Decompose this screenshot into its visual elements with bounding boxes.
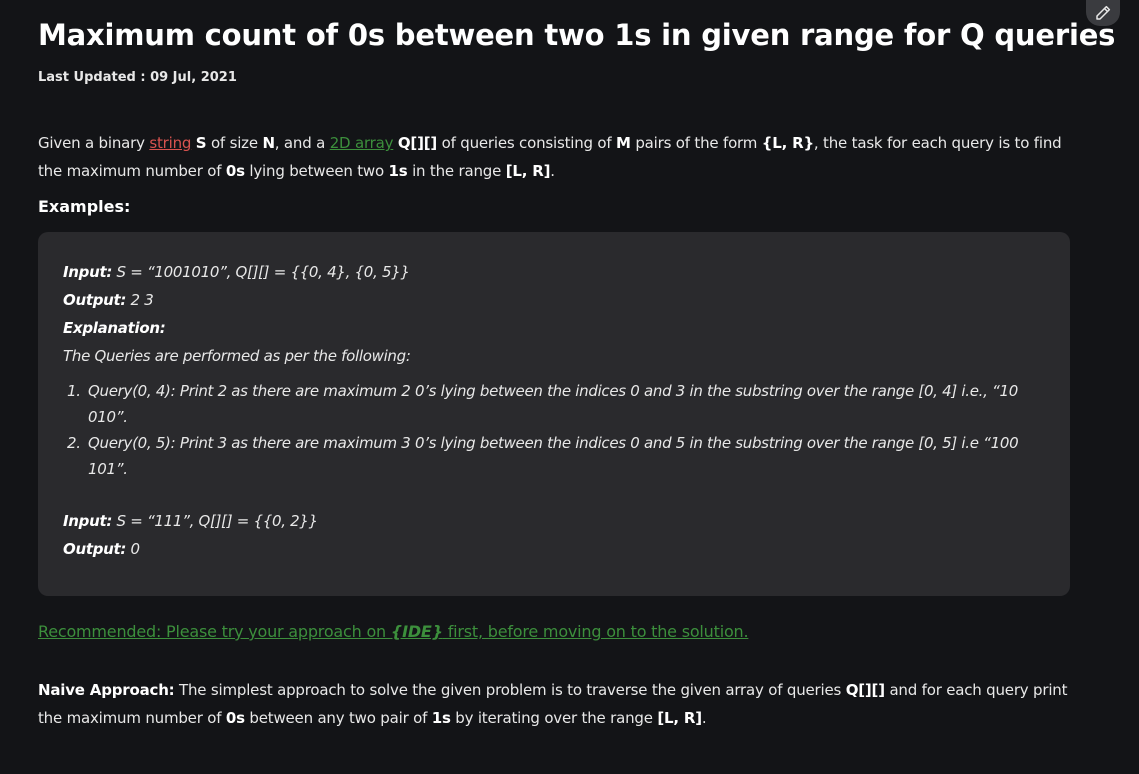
- recommended-prefix: Recommended: Please try your approach on: [38, 622, 391, 641]
- list-item-number: 1.: [67, 382, 81, 400]
- var-lr: {L, R}: [761, 134, 814, 152]
- list-item: 1. Query(0, 4): Print 2 as there are maxi…: [63, 378, 1053, 430]
- list-item-number: 2.: [67, 434, 81, 452]
- intro-text: of size: [206, 134, 263, 152]
- output-label: Output:: [63, 291, 127, 309]
- var-ones: 1s: [431, 709, 451, 727]
- naive-label: Naive Approach:: [38, 681, 175, 699]
- ide-link-text: {IDE}: [390, 622, 443, 641]
- var-range: [L, R]: [505, 162, 551, 180]
- example2-input: Input: S = “111”, Q[][] = {{0, 2}}: [63, 507, 318, 535]
- var-q: Q[][]: [397, 134, 438, 152]
- var-n: N: [262, 134, 275, 152]
- explanation-label: Explanation:: [63, 319, 166, 337]
- intro-text: .: [550, 162, 555, 180]
- last-updated-date: 09 Jul, 2021: [150, 70, 237, 85]
- last-updated-label: Last Updated :: [38, 70, 151, 85]
- intro-text: , and a: [274, 134, 330, 152]
- article-content: Maximum count of 0s between two 1s in gi…: [38, 0, 1116, 727]
- last-updated: Last Updated : 09 Jul, 2021: [38, 70, 1078, 85]
- intro-text: Given a binary: [38, 134, 150, 152]
- naive-text: by iterating over the range: [450, 709, 658, 727]
- naive-approach: Naive Approach: The simplest approach to…: [38, 676, 1078, 732]
- var-range: [L, R]: [657, 709, 702, 727]
- naive-text: The simplest approach to solve the given…: [174, 681, 846, 699]
- input-value: S = “1001010”, Q[][] = {{0, 4}, {0, 5}}: [112, 263, 410, 281]
- example2-output: Output: 0: [63, 535, 140, 563]
- list-item-text: Query(0, 4): Print 2 as there are maximu…: [88, 382, 1019, 426]
- recommended-link[interactable]: Recommended: Please try your approach on…: [38, 622, 749, 641]
- article-page: Maximum count of 0s between two 1s in gi…: [0, 0, 1139, 774]
- list-item-text: Query(0, 5): Print 3 as there are maximu…: [88, 434, 1019, 478]
- naive-text: .: [701, 709, 707, 727]
- var-s: S: [195, 134, 207, 152]
- naive-text: between any two pair of: [244, 709, 432, 727]
- output-label: Output:: [63, 540, 127, 558]
- input-label: Input:: [63, 263, 113, 281]
- input-value: S = “111”, Q[][] = {{0, 2}}: [112, 512, 319, 530]
- intro-text: pairs of the form: [630, 134, 762, 152]
- intro-text: of queries consisting of: [437, 134, 617, 152]
- page-title: Maximum count of 0s between two 1s in gi…: [38, 18, 1116, 52]
- example-box: Input: S = “1001010”, Q[][] = {{0, 4}, {…: [38, 232, 1070, 596]
- output-value: 2 3: [126, 291, 154, 309]
- examples-heading: Examples:: [38, 197, 131, 216]
- var-m: M: [616, 134, 631, 152]
- recommended-suffix: first, before moving on to the solution.: [442, 622, 749, 641]
- list-item: 2. Query(0, 5): Print 3 as there are maxi…: [63, 430, 1053, 482]
- string-link[interactable]: string: [149, 134, 191, 152]
- explanation-list: 1. Query(0, 4): Print 2 as there are maxi…: [63, 378, 1053, 482]
- 2d-array-link[interactable]: 2D array: [330, 134, 394, 152]
- intro-text: lying between two: [244, 162, 389, 180]
- problem-statement: Given a binary string S of size N, and a…: [38, 129, 1078, 185]
- var-zeros: 0s: [225, 162, 245, 180]
- explanation-heading: Explanation:: [63, 314, 166, 342]
- explanation-text: The Queries are performed as per the fol…: [63, 347, 411, 365]
- output-value: 0: [126, 540, 141, 558]
- var-zeros: 0s: [225, 709, 245, 727]
- intro-text: in the range: [407, 162, 506, 180]
- var-ones: 1s: [388, 162, 408, 180]
- example1-output: Output: 2 3: [63, 286, 154, 314]
- input-label: Input:: [63, 512, 113, 530]
- var-q: Q[][]: [845, 681, 885, 699]
- example1-input: Input: S = “1001010”, Q[][] = {{0, 4}, {…: [63, 258, 410, 286]
